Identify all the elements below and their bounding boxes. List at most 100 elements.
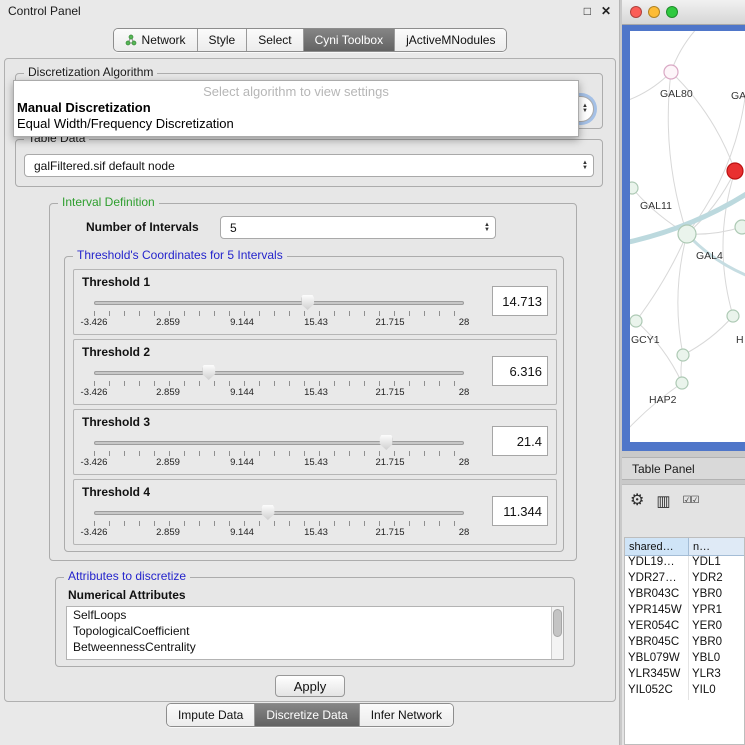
tab-discretize-data[interactable]: Discretize Data	[254, 704, 358, 726]
table-row[interactable]: YDR27…YDR2	[625, 572, 744, 588]
zoom-window-icon[interactable]	[666, 6, 678, 18]
minimize-window-icon[interactable]	[648, 6, 660, 18]
table-cell: YIL052C	[625, 684, 689, 700]
number-of-intervals-combobox[interactable]: 5 ▲▼	[220, 216, 496, 239]
apply-button[interactable]: Apply	[275, 675, 345, 697]
tab-jactivemnodules[interactable]: jActiveMNodules	[394, 29, 506, 51]
combo-stepper-icon[interactable]: ▲▼	[582, 104, 588, 114]
slider-track[interactable]	[94, 441, 464, 445]
attributes-group-label: Attributes to discretize	[64, 569, 190, 583]
network-icon	[125, 34, 137, 46]
top-tab-group: NetworkStyle Select Cyni ToolboxjActiveMNo…	[113, 28, 508, 52]
tab-select[interactable]: Select	[246, 29, 302, 51]
thresholds-group: Threshold's Coordinates for 5 Intervals …	[64, 256, 564, 552]
network-node[interactable]	[735, 220, 745, 234]
slider-thumb[interactable]	[202, 365, 215, 380]
close-window-icon[interactable]	[630, 6, 642, 18]
scale-tick-label: 15.43	[304, 317, 328, 328]
slider-track[interactable]	[94, 371, 464, 375]
thresholds-group-label: Threshold's Coordinates for 5 Intervals	[73, 248, 287, 262]
slider-thumb[interactable]	[301, 295, 314, 310]
table-cell: YDR27…	[625, 572, 689, 588]
network-edge[interactable]	[630, 383, 682, 431]
slider-thumb[interactable]	[261, 505, 274, 520]
network-node-label: GCY1	[631, 334, 660, 346]
threshold-value-field[interactable]: 11.344	[492, 496, 548, 526]
network-edge[interactable]	[723, 171, 735, 316]
network-node[interactable]	[630, 182, 638, 194]
table-row[interactable]: YIL052CYIL0	[625, 684, 744, 700]
tab-label: Select	[258, 33, 291, 47]
network-edge[interactable]	[683, 316, 733, 355]
network-node[interactable]	[664, 65, 678, 79]
table-cell: YDR2	[689, 572, 744, 588]
table-cell: YPR1	[689, 604, 744, 620]
scale-tick-label: 2.859	[156, 387, 180, 398]
table-row[interactable]: YDL19…YDL1	[625, 556, 744, 572]
threshold-panel: Threshold 1 -3.4262.8599.14415.4321.71528…	[73, 269, 557, 335]
attribute-list-item[interactable]: SelfLoops	[67, 607, 563, 623]
network-node[interactable]	[727, 163, 743, 179]
scale-tick-label: -3.426	[81, 527, 108, 538]
network-node[interactable]	[727, 310, 739, 322]
close-panel-icon[interactable]: ✕	[601, 4, 611, 18]
threshold-slider[interactable]	[94, 364, 464, 380]
table-row[interactable]: YER054CYER0	[625, 620, 744, 636]
algorithm-option[interactable]: Equal Width/Frequency Discretization	[14, 115, 578, 131]
threshold-value-field[interactable]: 21.4	[492, 426, 548, 456]
network-edge[interactable]	[636, 321, 682, 383]
tab-style[interactable]: Style	[197, 29, 247, 51]
tab-infer-network[interactable]: Infer Network	[359, 704, 453, 726]
table-column-header[interactable]: shared…	[625, 538, 689, 556]
table-row[interactable]: YLR345WYLR3	[625, 668, 744, 684]
table-row[interactable]: YBR043CYBR0	[625, 588, 744, 604]
slider-track[interactable]	[94, 511, 464, 515]
table-column-header[interactable]: n…	[689, 538, 744, 556]
threshold-slider[interactable]	[94, 434, 464, 450]
network-node[interactable]	[678, 225, 696, 243]
gear-icon[interactable]: ⚙	[630, 493, 644, 509]
tab-cyni-toolbox[interactable]: Cyni Toolbox	[303, 29, 394, 51]
network-edge[interactable]	[671, 72, 735, 171]
list-scrollbar[interactable]	[551, 607, 563, 659]
columns-icon[interactable]: ▥	[656, 494, 670, 509]
select-columns-icon[interactable]: ☑☑	[683, 496, 699, 506]
network-window-titlebar	[622, 0, 745, 25]
threshold-slider[interactable]	[94, 504, 464, 520]
network-edge[interactable]	[687, 61, 745, 234]
table-row[interactable]: YBL079WYBL0	[625, 652, 744, 668]
slider-thumb[interactable]	[380, 435, 393, 450]
bottom-tab-group: Impute DataDiscretize DataInfer Network	[166, 703, 454, 727]
combo-stepper-icon[interactable]: ▲▼	[582, 161, 588, 171]
network-node-label: GAL4	[696, 250, 723, 262]
threshold-label: Threshold 1	[82, 275, 150, 289]
combo-stepper-icon[interactable]: ▲▼	[484, 223, 490, 233]
number-of-intervals-label: Number of Intervals	[86, 220, 199, 234]
threshold-value-field[interactable]: 14.713	[492, 286, 548, 316]
slider-scale: -3.4262.8599.14415.4321.71528	[94, 317, 464, 328]
table-header-row: shared…n…	[625, 538, 744, 556]
numerical-attributes-list[interactable]: SelfLoopsTopologicalCoefficientBetweenne…	[66, 606, 564, 660]
threshold-value-field[interactable]: 6.316	[492, 356, 548, 386]
tab-impute-data[interactable]: Impute Data	[167, 704, 254, 726]
network-canvas[interactable]: GAL80GAGAL11GAL4GCY1HHAP2	[630, 31, 745, 442]
slider-track[interactable]	[94, 301, 464, 305]
network-node[interactable]	[676, 377, 688, 389]
table-cell: YIL0	[689, 684, 744, 700]
algorithm-option[interactable]: Manual Discretization	[14, 99, 578, 115]
table-data-combobox[interactable]: galFiltered.sif default node ▲▼	[24, 154, 594, 177]
network-node[interactable]	[677, 349, 689, 361]
table-cell: YBR0	[689, 636, 744, 652]
slider-scale: -3.4262.8599.14415.4321.71528	[94, 457, 464, 468]
attribute-list-item[interactable]: TopologicalCoefficient	[67, 623, 563, 639]
table-row[interactable]: YBR045CYBR0	[625, 636, 744, 652]
network-node[interactable]	[630, 315, 642, 327]
control-panel-title: Control Panel	[8, 4, 81, 18]
network-edge[interactable]	[678, 234, 687, 355]
list-scrollbar-thumb[interactable]	[553, 609, 562, 637]
attribute-list-item[interactable]: BetweennessCentrality	[67, 639, 563, 655]
tab-network[interactable]: Network	[114, 29, 197, 51]
table-row[interactable]: YPR145WYPR1	[625, 604, 744, 620]
threshold-slider[interactable]	[94, 294, 464, 310]
float-window-icon[interactable]: □	[584, 4, 591, 18]
